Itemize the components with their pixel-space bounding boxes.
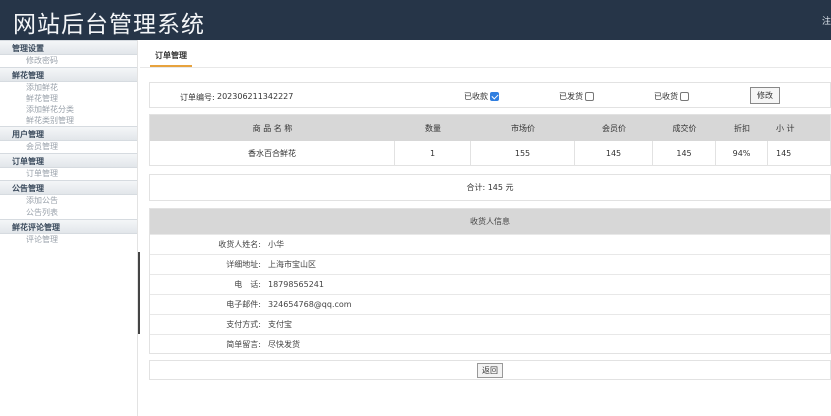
sidebar-divider (137, 40, 138, 416)
app-header: 网站后台管理系统 注 (0, 0, 831, 40)
order-number-value: 202306211342227 (217, 92, 294, 101)
col-quantity: 数量 (425, 123, 441, 133)
order-number-label: 订单编号: (180, 93, 215, 102)
back-button[interactable]: 返回 (477, 363, 503, 378)
sidebar-group-users[interactable]: 用户管理 (0, 126, 138, 141)
sidebar-item-notice-list[interactable]: 公告列表 (0, 207, 138, 219)
shipped-status: 已发货 (559, 91, 594, 102)
col-market-price: 市场价 (511, 123, 535, 133)
sidebar-item-add-category[interactable]: 添加鲜花分类 (0, 104, 138, 115)
shipped-label: 已发货 (559, 92, 583, 101)
cell-market-price: 155 (471, 141, 575, 165)
col-product-name: 商 品 名 称 (252, 123, 293, 133)
goods-table-header: 商 品 名 称 数量 市场价 会员价 成交价 折扣 小 计 (150, 115, 830, 141)
back-bar: 返回 (149, 360, 831, 380)
receiver-payment-row: 支付方式: 支付宝 (150, 314, 830, 334)
sidebar-item-order-manage[interactable]: 订单管理 (0, 168, 138, 180)
paid-label: 已收款 (464, 92, 488, 101)
receiver-email-label: 电子邮件: (226, 300, 261, 309)
receiver-phone-row: 电 话: 18798565241 (150, 274, 830, 294)
receiver-address-label: 详细地址: (226, 260, 261, 269)
sidebar-group-settings[interactable]: 管理设置 (0, 40, 138, 55)
receiver-info-title: 收货人信息 (150, 209, 830, 234)
logout-link[interactable]: 注 (822, 14, 831, 27)
sidebar-group-comments[interactable]: 鲜花评论管理 (0, 219, 138, 234)
order-total: 合计: 145 元 (149, 174, 831, 201)
cell-quantity: 1 (395, 141, 471, 165)
receiver-address-row: 详细地址: 上海市宝山区 (150, 254, 830, 274)
col-subtotal: 小 计 (776, 123, 795, 133)
col-member-price: 会员价 (602, 123, 626, 133)
sidebar-item-comment-manage[interactable]: 评论管理 (0, 234, 138, 246)
col-discount: 折扣 (734, 123, 750, 133)
sidebar-item-change-password[interactable]: 修改密码 (0, 55, 138, 67)
receiver-email-value: 324654768@qq.com (268, 300, 352, 309)
sidebar: 管理设置 修改密码 鲜花管理 添加鲜花 鲜花管理 添加鲜花分类 鲜花类别管理 用… (0, 40, 140, 416)
receiver-payment-value: 支付宝 (268, 320, 292, 329)
sidebar-item-category-manage[interactable]: 鲜花类别管理 (0, 115, 138, 126)
received-status: 已收货 (654, 91, 689, 102)
sidebar-group-notices[interactable]: 公告管理 (0, 180, 138, 195)
cell-deal-price: 145 (653, 141, 716, 165)
receiver-name-value: 小华 (268, 240, 284, 249)
goods-table: 商 品 名 称 数量 市场价 会员价 成交价 折扣 小 计 香水百合鲜花 1 1… (149, 114, 831, 166)
sidebar-group-flowers[interactable]: 鲜花管理 (0, 67, 138, 82)
col-deal-price: 成交价 (672, 123, 697, 133)
cell-member-price: 145 (575, 141, 653, 165)
receiver-email-row: 电子邮件: 324654768@qq.com (150, 294, 830, 314)
modify-button[interactable]: 修改 (750, 87, 780, 104)
main-content: 订单管理 订单编号: 202306211342227 已收款 已发货 已收货 修… (140, 40, 831, 416)
receiver-message-label: 简单留言: (226, 340, 261, 349)
receiver-info: 收货人信息 收货人姓名: 小华 详细地址: 上海市宝山区 电 话: 187985… (149, 208, 831, 354)
sidebar-item-add-notice[interactable]: 添加公告 (0, 195, 138, 207)
paid-status: 已收款 (464, 91, 499, 102)
receiver-message-row: 简单留言: 尽快发货 (150, 334, 830, 354)
shipped-checkbox[interactable] (585, 92, 594, 101)
receiver-name-label: 收货人姓名: (218, 240, 261, 249)
table-row: 香水百合鲜花 1 155 145 145 94% 145 (150, 141, 830, 165)
cell-subtotal: 145 (776, 148, 792, 158)
sidebar-group-orders[interactable]: 订单管理 (0, 153, 138, 168)
receiver-payment-label: 支付方式: (226, 320, 261, 329)
sidebar-item-flower-manage[interactable]: 鲜花管理 (0, 93, 138, 104)
sidebar-item-members[interactable]: 会员管理 (0, 141, 138, 153)
receiver-address-value: 上海市宝山区 (268, 260, 316, 269)
sidebar-item-add-flower[interactable]: 添加鲜花 (0, 82, 138, 93)
receiver-phone-label: 电 话: (234, 280, 261, 289)
cell-discount: 94% (716, 141, 768, 165)
receiver-message-value: 尽快发货 (268, 340, 300, 349)
tab-bar: 订单管理 (140, 45, 831, 68)
received-checkbox[interactable] (680, 92, 689, 101)
received-label: 已收货 (654, 92, 678, 101)
order-info-row: 订单编号: 202306211342227 已收款 已发货 已收货 修改 (149, 82, 831, 108)
tab-order-manage[interactable]: 订单管理 (150, 49, 192, 67)
receiver-phone-value: 18798565241 (268, 280, 324, 289)
app-title: 网站后台管理系统 (13, 12, 205, 38)
receiver-name-row: 收货人姓名: 小华 (150, 234, 830, 254)
cell-product-name: 香水百合鲜花 (150, 141, 395, 165)
paid-checkbox[interactable] (490, 92, 499, 101)
